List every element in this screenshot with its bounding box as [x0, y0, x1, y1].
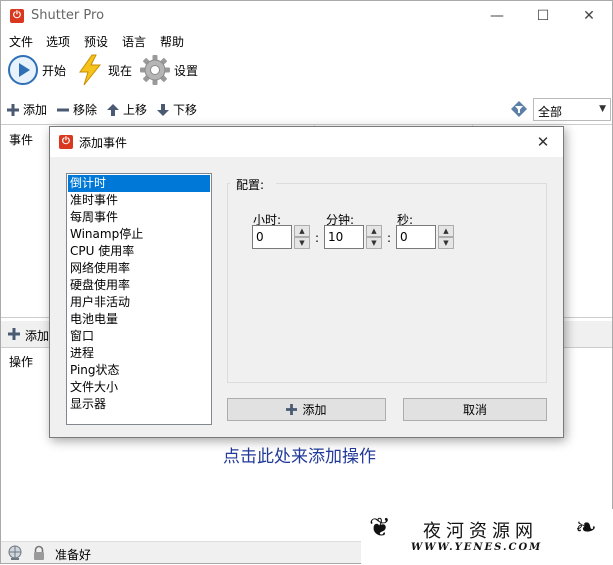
- plus-icon[interactable]: [8, 328, 20, 340]
- add-event-button[interactable]: 添加: [7, 101, 47, 118]
- filter-value: 全部: [538, 105, 563, 119]
- hours-down-button[interactable]: ▼: [294, 237, 310, 249]
- main-toolbar: 开始 现在 设置: [1, 51, 612, 89]
- minutes-input[interactable]: 10: [324, 225, 364, 249]
- menu-file[interactable]: 文件: [9, 33, 33, 50]
- gear-icon: [140, 55, 170, 85]
- close-button[interactable]: ✕: [566, 1, 612, 31]
- maximize-button[interactable]: ☐: [520, 1, 566, 31]
- seconds-input[interactable]: 0: [396, 225, 436, 249]
- cancel-button-label: 取消: [462, 403, 487, 417]
- arrow-down-icon: [157, 103, 169, 116]
- list-item[interactable]: 网络使用率: [68, 260, 210, 277]
- list-item[interactable]: Ping状态: [68, 362, 210, 379]
- list-item[interactable]: 每周事件: [68, 209, 210, 226]
- start-label: 开始: [42, 63, 67, 78]
- move-down-button[interactable]: 下移: [157, 101, 197, 118]
- filter-dropdown[interactable]: 全部 ▼: [533, 98, 611, 121]
- remove-event-button[interactable]: 移除: [57, 101, 97, 118]
- events-header: 事件: [9, 133, 34, 147]
- watermark-sub: WWW.YENES.COM: [411, 542, 543, 553]
- dialog-close-button[interactable]: ✕: [531, 131, 555, 153]
- separator: :: [387, 231, 392, 245]
- chevron-down-icon: ▼: [599, 104, 606, 114]
- list-item[interactable]: 用户非活动: [68, 294, 210, 311]
- cancel-button[interactable]: 取消: [403, 398, 547, 421]
- list-item[interactable]: 电池电量: [68, 311, 210, 328]
- play-icon: [8, 55, 38, 85]
- move-up-button[interactable]: 上移: [107, 101, 147, 118]
- ornament-left: ❦: [369, 513, 391, 543]
- move-down-label: 下移: [173, 103, 198, 117]
- plus-icon: [286, 404, 298, 415]
- start-button[interactable]: 开始: [7, 54, 66, 86]
- config-label: 配置:: [236, 178, 265, 192]
- watermark: ❦ 夜河资源网 WWW.YENES.COM ❧: [361, 509, 613, 565]
- menu-help[interactable]: 帮助: [160, 33, 184, 50]
- list-item[interactable]: 窗口: [68, 328, 210, 345]
- list-item[interactable]: Winamp停止: [68, 226, 210, 243]
- add-button-label: 添加: [302, 403, 327, 417]
- dialog-title-bar: ⏻ 添加事件 ✕: [50, 127, 563, 157]
- minutes-down-button[interactable]: ▼: [366, 237, 382, 249]
- list-item[interactable]: 显示器: [68, 396, 210, 413]
- network-globe-icon: [8, 545, 22, 560]
- list-item[interactable]: 倒计时: [68, 175, 210, 192]
- seconds-down-button[interactable]: ▼: [438, 237, 454, 249]
- move-up-label: 上移: [123, 103, 148, 117]
- status-text: 准备好: [55, 548, 92, 562]
- menu-bar: 文件 选项 预设 语言 帮助: [1, 31, 612, 51]
- add-action-label[interactable]: 添加: [25, 327, 49, 344]
- ornament-right: ❧: [575, 513, 597, 543]
- list-item[interactable]: 文件大小: [68, 379, 210, 396]
- now-label: 现在: [108, 63, 133, 78]
- separator: :: [315, 231, 320, 245]
- lightning-icon: [79, 54, 102, 86]
- watermark-main: 夜河资源网: [423, 521, 538, 542]
- app-power-icon: ⏻: [10, 9, 24, 23]
- event-type-list[interactable]: 倒计时 准时事件 每周事件 Winamp停止 CPU 使用率 网络使用率 硬盘使…: [66, 173, 212, 425]
- dialog-title: 添加事件: [79, 136, 128, 150]
- arrow-up-icon: [107, 103, 119, 116]
- title-bar: ⏻ Shutter Pro — ☐ ✕: [1, 1, 612, 31]
- seconds-up-button[interactable]: ▲: [438, 225, 454, 237]
- dialog-power-icon: ⏻: [59, 135, 73, 149]
- filter-icon[interactable]: [511, 101, 527, 117]
- add-event-label: 添加: [23, 103, 48, 117]
- lock-icon: [34, 545, 44, 560]
- list-item[interactable]: CPU 使用率: [68, 243, 210, 260]
- add-event-dialog: ⏻ 添加事件 ✕ 倒计时 准时事件 每周事件 Winamp停止 CPU 使用率 …: [49, 126, 564, 438]
- list-item[interactable]: 硬盘使用率: [68, 277, 210, 294]
- menu-options[interactable]: 选项: [46, 33, 70, 50]
- add-action-link[interactable]: 点击此处来添加操作: [223, 442, 376, 467]
- actions-header: 操作: [9, 355, 34, 369]
- minus-icon: [57, 108, 69, 111]
- list-item[interactable]: 进程: [68, 345, 210, 362]
- add-button[interactable]: 添加: [227, 398, 386, 421]
- minimize-button[interactable]: —: [474, 1, 520, 31]
- hours-input[interactable]: 0: [252, 225, 292, 249]
- menu-language[interactable]: 语言: [122, 33, 146, 50]
- now-button[interactable]: 现在: [75, 54, 132, 86]
- list-item[interactable]: 准时事件: [68, 192, 210, 209]
- hours-up-button[interactable]: ▲: [294, 225, 310, 237]
- window-title: Shutter Pro: [31, 8, 105, 23]
- menu-presets[interactable]: 预设: [84, 33, 108, 50]
- remove-event-label: 移除: [73, 103, 98, 117]
- plus-icon: [7, 103, 19, 116]
- settings-label: 设置: [174, 63, 199, 78]
- settings-button[interactable]: 设置: [139, 54, 198, 86]
- minutes-up-button[interactable]: ▲: [366, 225, 382, 237]
